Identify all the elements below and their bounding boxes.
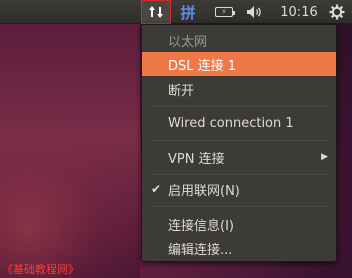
menu-item-wired-connection[interactable]: Wired connection 1	[142, 111, 336, 135]
volume-icon	[247, 6, 261, 18]
wallpaper-glow	[0, 120, 140, 278]
top-panel: 拼 ⚡ 10:16	[0, 0, 352, 24]
menu-separator	[150, 206, 328, 207]
network-menu: 以太网 DSL 连接 1 断开 Wired connection 1 VPN 连…	[141, 24, 337, 262]
menu-separator	[150, 174, 328, 175]
battery-indicator[interactable]: ⚡	[212, 0, 236, 24]
menu-header-ethernet: 以太网	[168, 34, 208, 50]
menu-item-enable-network[interactable]: ✔ 启用联网(N)	[142, 177, 336, 201]
clock[interactable]: 10:16	[277, 0, 321, 24]
clock-text: 10:16	[280, 4, 318, 20]
menu-item-dsl-connection[interactable]: DSL 连接 1	[142, 52, 336, 76]
menu-separator	[150, 106, 328, 107]
watermark: 《基础教程网》	[2, 263, 79, 276]
menu-item-vpn[interactable]: VPN 连接 ▶	[142, 145, 336, 169]
menu-item-edit-connections[interactable]: 编辑连接...	[142, 236, 336, 260]
input-method-label: 拼	[180, 3, 196, 22]
submenu-arrow-icon: ▶	[321, 152, 328, 162]
settings-indicator[interactable]	[326, 0, 348, 24]
menu-item-connection-info[interactable]: 连接信息(I)	[142, 212, 336, 236]
gear-icon	[329, 4, 345, 20]
network-indicator[interactable]	[141, 0, 171, 24]
volume-indicator[interactable]	[243, 0, 267, 24]
input-method-indicator[interactable]: 拼	[178, 0, 198, 24]
network-updown-icon	[149, 6, 163, 18]
checkmark-icon: ✔	[151, 182, 162, 196]
menu-item-disconnect[interactable]: 断开	[142, 77, 336, 101]
menu-separator	[150, 140, 328, 141]
battery-icon: ⚡	[215, 7, 235, 17]
